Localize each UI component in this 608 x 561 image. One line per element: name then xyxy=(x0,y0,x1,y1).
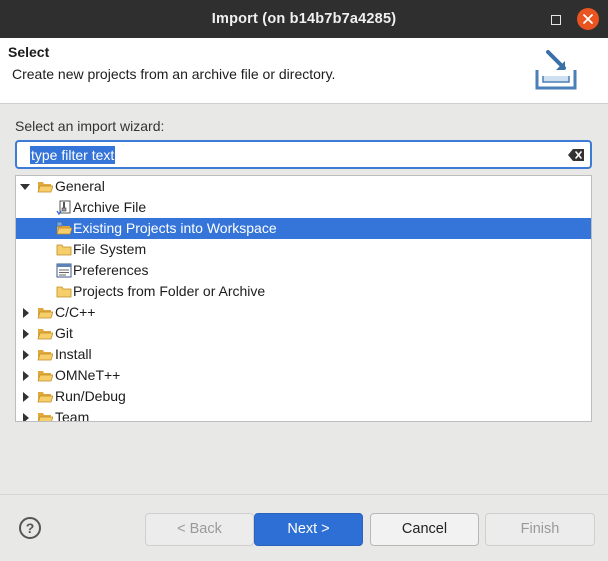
filter-text: type filter text xyxy=(30,146,116,164)
folder-icon xyxy=(37,350,53,361)
archive-file-icon xyxy=(56,200,71,215)
tree-item-label: Team xyxy=(55,409,90,422)
collapsed-arrow-icon[interactable] xyxy=(21,413,31,422)
tree-item-label: OMNeT++ xyxy=(55,367,121,383)
expanded-arrow-icon[interactable] xyxy=(20,182,30,192)
clear-filter-icon[interactable] xyxy=(567,148,585,162)
tree-item-general[interactable]: General xyxy=(16,176,591,197)
collapsed-arrow-icon[interactable] xyxy=(21,329,31,339)
tree-item-label: Preferences xyxy=(73,262,149,278)
tree-item-label: Projects from Folder or Archive xyxy=(73,283,266,299)
tree-item-existing-projects[interactable]: Existing Projects into Workspace xyxy=(16,218,591,239)
project-folder-icon xyxy=(56,221,72,235)
tree-item-label: General xyxy=(55,178,105,194)
window-title: Import (on b14b7b7a4285) xyxy=(211,11,397,27)
title-bar: Import (on b14b7b7a4285) xyxy=(0,0,608,38)
import-wizard-icon xyxy=(535,50,577,90)
tree-item-preferences[interactable]: Preferences xyxy=(16,260,591,281)
tree-item-archive-file[interactable]: Archive File xyxy=(16,197,591,218)
back-button[interactable]: < Back xyxy=(145,513,254,546)
folder-icon xyxy=(37,308,53,319)
folder-open-icon xyxy=(37,182,53,193)
collapsed-arrow-icon[interactable] xyxy=(21,350,31,360)
next-button[interactable]: Next > xyxy=(254,513,363,546)
tree-item-label: Run/Debug xyxy=(55,388,126,404)
tree-item-label: File System xyxy=(73,241,147,257)
collapsed-arrow-icon[interactable] xyxy=(21,371,31,381)
close-icon xyxy=(583,14,593,24)
collapsed-arrow-icon[interactable] xyxy=(21,308,31,318)
finish-button[interactable]: Finish xyxy=(485,513,595,546)
tree-item-run-debug[interactable]: Run/Debug xyxy=(16,386,591,407)
collapsed-arrow-icon[interactable] xyxy=(21,392,31,402)
tree-item-omnetpp[interactable]: OMNeT++ xyxy=(16,365,591,386)
page-description: Create new projects from an archive file… xyxy=(12,66,336,82)
tree-item-label: C/C++ xyxy=(55,304,96,320)
tree-item-install[interactable]: Install xyxy=(16,344,591,365)
folder-icon xyxy=(37,371,53,382)
help-button[interactable]: ? xyxy=(19,517,41,539)
tree-item-label: Install xyxy=(55,346,92,362)
tree-item-label: Archive File xyxy=(73,199,147,215)
folder-icon xyxy=(38,413,53,421)
button-bar: ? < Back Next > Cancel Finish xyxy=(0,494,608,561)
preferences-icon xyxy=(56,263,72,278)
tree-item-c-cpp[interactable]: C/C++ xyxy=(16,302,591,323)
tree-item-projects-from-folder[interactable]: Projects from Folder or Archive xyxy=(16,281,591,302)
tree-item-label: Git xyxy=(55,325,73,341)
folder-icon xyxy=(37,392,53,403)
tree-item-team[interactable]: Team xyxy=(16,407,591,422)
close-button[interactable] xyxy=(577,8,599,30)
tree-item-git[interactable]: Git xyxy=(16,323,591,344)
maximize-button[interactable] xyxy=(546,9,566,29)
tree-item-file-system[interactable]: File System xyxy=(16,239,591,260)
wizard-tree[interactable]: General Archive File Existing Projects i… xyxy=(15,175,592,422)
folder-icon xyxy=(56,286,72,298)
cancel-button[interactable]: Cancel xyxy=(370,513,479,546)
folder-icon xyxy=(56,244,72,256)
folder-icon xyxy=(37,329,53,340)
tree-item-label: Existing Projects into Workspace xyxy=(73,220,277,236)
wizard-header: Select Create new projects from an archi… xyxy=(0,38,608,104)
wizard-label: Select an import wizard: xyxy=(15,118,165,134)
filter-input[interactable]: type filter text xyxy=(15,140,592,169)
page-title: Select xyxy=(8,44,50,60)
